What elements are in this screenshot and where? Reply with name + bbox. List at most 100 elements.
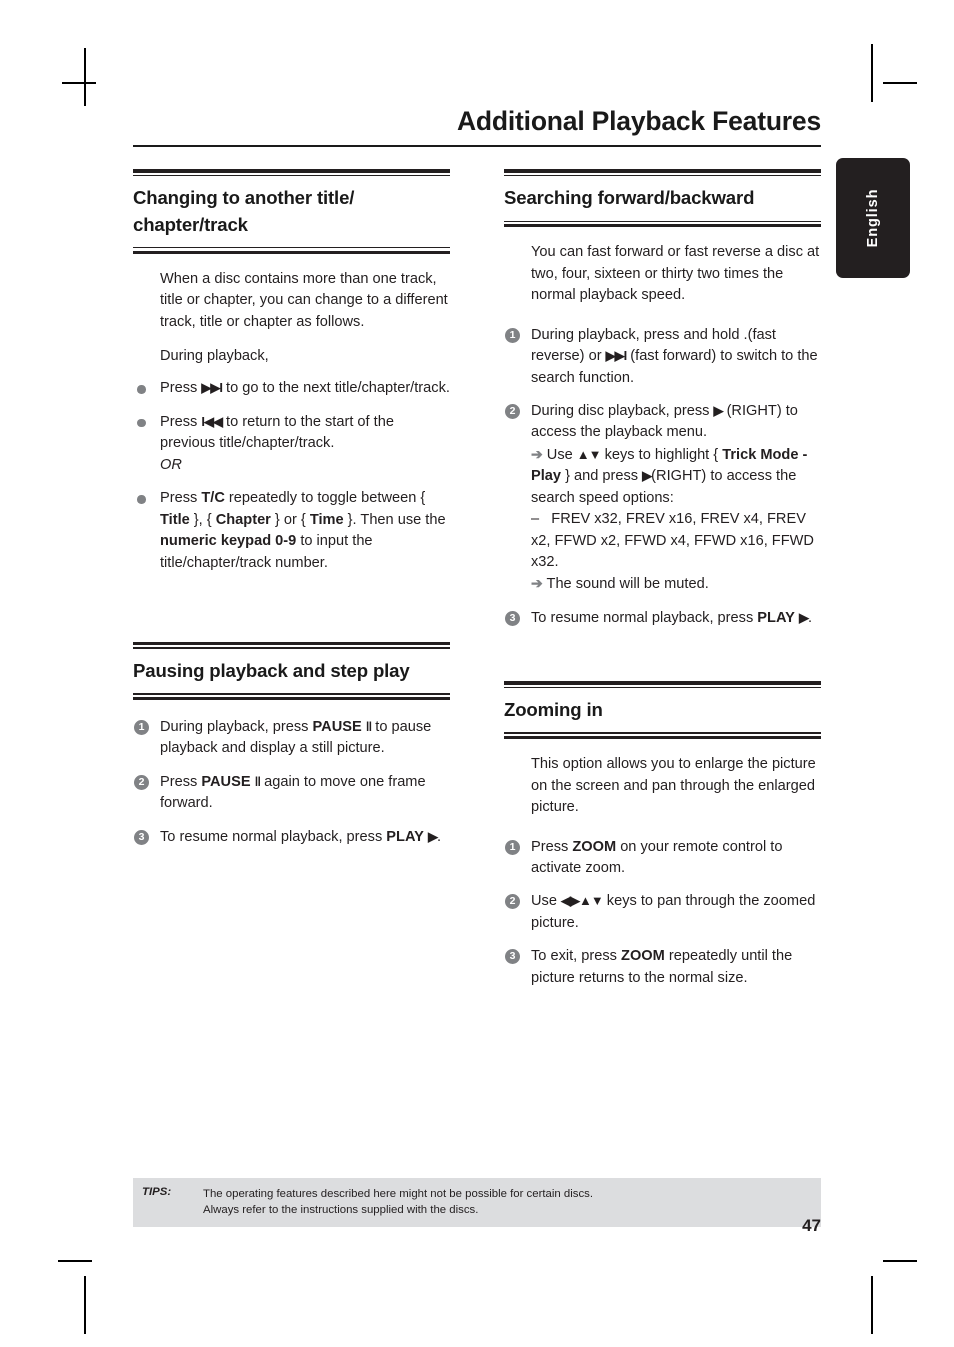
step-list-searching: 1 During playback, press and hold .(fast… — [504, 325, 821, 630]
step-text: Use ◀▶▲▼ keys to pan through the zoomed … — [531, 893, 816, 931]
heading-top-rules — [133, 169, 450, 177]
list-item: Press I◀◀ to return to the start of the … — [133, 412, 450, 476]
language-tab: English — [836, 158, 910, 278]
step-list-zooming: 1 Press ZOOM on your remote control to a… — [504, 837, 821, 990]
crop-mark-top-left-vertical — [84, 48, 86, 106]
play-icon: ▶ — [798, 609, 809, 625]
list-item: 1 During playback, press PAUSE ‖ to paus… — [133, 717, 450, 760]
page-number: 47 — [802, 1216, 821, 1235]
sub-arrow-icon: ➔ — [531, 575, 543, 592]
step-number-badge: 3 — [134, 829, 149, 845]
right-arrow-icon: ▶ — [713, 402, 724, 418]
heading-bottom-rules — [133, 246, 450, 254]
section-heading-zooming-in: Zooming in — [504, 699, 603, 721]
step-text: To resume normal playback, press PLAY ▶. — [531, 609, 813, 626]
page-title-rule — [133, 144, 821, 148]
two-column-layout: Changing to another title/ chapter/track… — [133, 169, 821, 1001]
rule-thin — [504, 686, 821, 689]
sub-arrow-icon: ➔ — [531, 445, 543, 462]
list-item: 1 Press ZOOM on your remote control to a… — [504, 837, 821, 880]
list-item: 3 To exit, press ZOOM repeatedly until t… — [504, 946, 821, 989]
rule-thick — [133, 250, 450, 254]
up-down-keys-icon: ▲▼ — [576, 446, 602, 462]
step-number-badge: 3 — [505, 949, 520, 965]
rule-thick — [504, 224, 821, 228]
step-number-badge: 1 — [505, 327, 520, 343]
during-playback-label: During playback, — [160, 348, 269, 365]
heading-top-rules — [133, 641, 450, 649]
step-text: During playback, press PAUSE ‖ to pause … — [160, 718, 432, 757]
section-heading-searching: Searching forward/backward — [504, 187, 755, 209]
section-heading-pausing-playback: Pausing playback and step play — [133, 659, 410, 681]
or-label: OR — [160, 456, 182, 473]
section-pausing-playback: Pausing playback and step play — [133, 641, 450, 700]
intro-paragraph-searching: You can fast forward or fast reverse a d… — [531, 244, 820, 304]
rule-thick — [504, 736, 821, 740]
rule-thin — [133, 647, 450, 649]
bullet-dot-icon — [137, 385, 146, 394]
step-number-badge: 3 — [505, 610, 520, 626]
crop-mark-bottom-right-vertical — [871, 1276, 873, 1334]
tips-line-1: The operating features described here mi… — [203, 1188, 594, 1200]
tips-lines: The operating features described here mi… — [203, 1186, 593, 1218]
step-number-badge: 2 — [505, 894, 520, 910]
section-zooming-in: Zooming in — [504, 681, 821, 740]
intro-paragraph-changing-title: When a disc contains more than one track… — [160, 270, 448, 330]
step-text: Press PAUSE ‖ again to move one frame fo… — [160, 773, 426, 812]
step-text: During disc playback, press ▶ (RIGHT) to… — [531, 402, 814, 593]
rule-thick — [133, 696, 450, 700]
heading-bottom-rules — [133, 693, 450, 700]
crop-mark-top-right-horizontal — [883, 82, 917, 84]
rule-thin — [133, 174, 450, 177]
step-list-pausing-playback: 1 During playback, press PAUSE ‖ to paus… — [133, 717, 450, 848]
bullet-text-before: Press — [160, 413, 202, 430]
step-text: Press ZOOM on your remote control to act… — [531, 838, 783, 876]
page-body: Additional Playback Features Changing to… — [133, 106, 821, 1248]
bullet-text-after: to go to the next title/chapter/track. — [221, 380, 450, 397]
tips-inner: TIPS: The operating features described h… — [133, 1186, 821, 1218]
bullet-list-changing-title: Press ▶▶I to go to the next title/chapte… — [133, 378, 450, 574]
step-text: To resume normal playback, press PLAY ▶. — [160, 828, 442, 845]
language-tab-label: English — [865, 188, 881, 248]
section-changing-title-chapter-track: Changing to another title/ chapter/track — [133, 169, 450, 254]
rule-thin — [504, 174, 821, 177]
heading-bottom-rules — [504, 732, 821, 740]
list-item: 2 Press PAUSE ‖ again to move one frame … — [133, 772, 450, 815]
step-text: To exit, press ZOOM repeatedly until the… — [531, 948, 793, 986]
right-column: Searching forward/backward You can fast … — [504, 169, 821, 1001]
intro-paragraph-zooming: This option allows you to enlarge the pi… — [531, 756, 816, 816]
list-item: 1 During playback, press and hold .(fast… — [504, 325, 821, 389]
section-searching-forward-backward: Searching forward/backward — [504, 169, 821, 228]
step-text: During playback, press and hold .(fast r… — [531, 326, 818, 386]
heading-top-rules — [504, 681, 821, 689]
list-item: 3 To resume normal playback, press PLAY … — [504, 608, 821, 629]
left-column: Changing to another title/ chapter/track… — [133, 169, 450, 1001]
step-number-badge: 2 — [134, 774, 149, 790]
bullet-dot-icon — [137, 418, 146, 428]
direction-keys-icon: ◀▶▲▼ — [561, 893, 604, 909]
heading-top-rules — [504, 169, 821, 177]
step-number-badge: 1 — [505, 839, 520, 855]
crop-mark-top-right-vertical — [871, 44, 873, 102]
tips-label: TIPS: — [142, 1186, 172, 1198]
step-number-badge: 2 — [505, 403, 520, 419]
section-heading-changing-title: Changing to another title/ chapter/track — [133, 187, 355, 235]
bullet-dot-icon — [137, 495, 146, 504]
list-item: 2 Use ◀▶▲▼ keys to pan through the zoome… — [504, 891, 821, 934]
list-item: 2 During disc playback, press ▶ (RIGHT) … — [504, 401, 821, 596]
right-arrow-icon: ▶ — [642, 468, 652, 484]
bullet-text-tc: Press T/C repeatedly to toggle between {… — [160, 490, 446, 571]
crop-mark-top-left-horizontal — [62, 82, 96, 84]
bullet-text-before: Press — [160, 380, 202, 397]
step-number-badge: 1 — [134, 719, 149, 735]
list-item: 3 To resume normal playback, press PLAY … — [133, 827, 450, 848]
heading-bottom-rules — [504, 220, 821, 228]
page-title: Additional Playback Features — [456, 106, 821, 136]
crop-mark-bottom-left-horizontal — [58, 1260, 92, 1262]
previous-track-icon: I◀◀ — [201, 413, 223, 429]
crop-mark-bottom-left-vertical — [84, 1276, 86, 1334]
next-track-icon: ▶▶I — [201, 380, 223, 396]
crop-mark-bottom-right-horizontal — [883, 1260, 917, 1262]
